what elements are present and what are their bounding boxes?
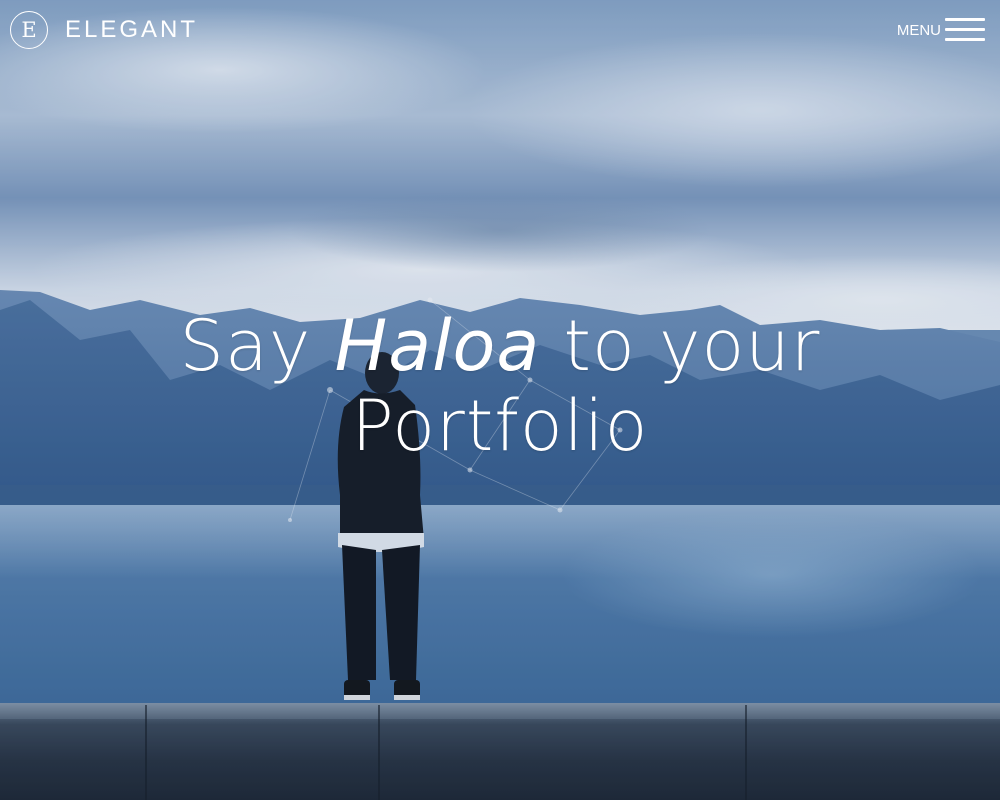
headline-line-2: Portfolio bbox=[351, 385, 649, 467]
brand-logo[interactable]: E ELEGANT bbox=[10, 11, 198, 49]
headline-line-1: Say Haloa to your bbox=[0, 306, 1000, 386]
headline-text-to-your: to your bbox=[540, 305, 821, 387]
headline-emphasis: Haloa bbox=[334, 305, 541, 387]
site-header: E ELEGANT MENU bbox=[0, 0, 1000, 64]
hero-headline: Say Haloa to your Portfolio bbox=[0, 306, 1000, 466]
menu-label: MENU bbox=[896, 21, 941, 39]
brand-name: ELEGANT bbox=[65, 16, 199, 43]
menu-button[interactable]: MENU bbox=[897, 18, 985, 42]
hero-section: E ELEGANT MENU Say Haloa to your Portfol… bbox=[0, 0, 1000, 800]
hamburger-icon bbox=[945, 18, 985, 42]
logo-mark-icon: E bbox=[10, 11, 48, 49]
headline-text-say: Say bbox=[179, 305, 335, 387]
